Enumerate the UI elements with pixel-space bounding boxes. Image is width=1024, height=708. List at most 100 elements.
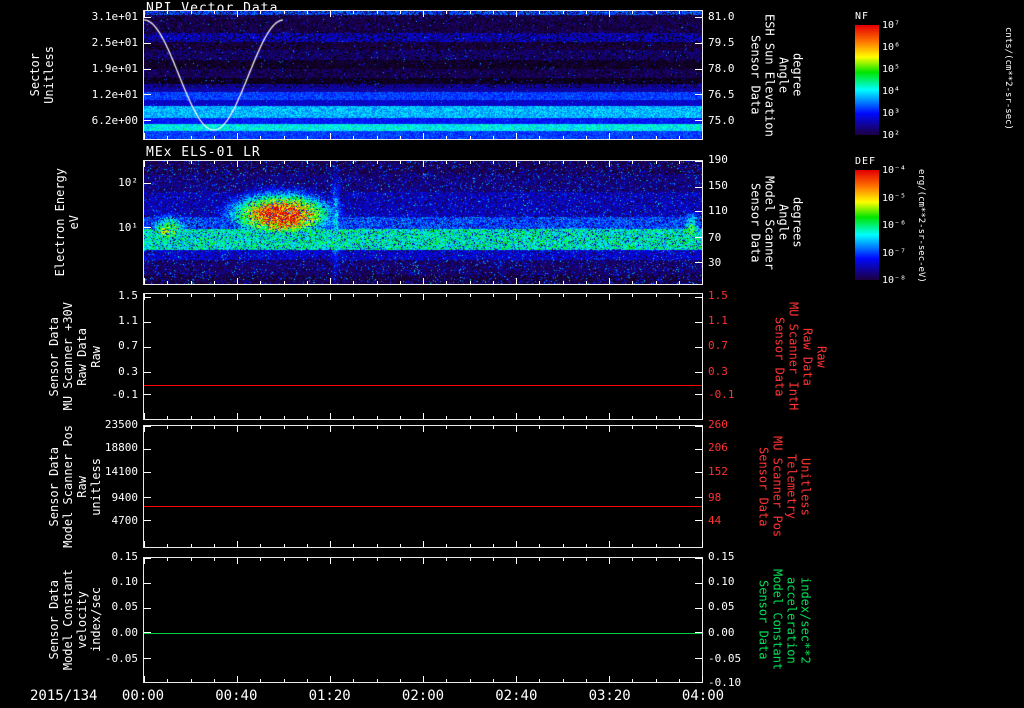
panel-title-els: MEx ELS-01 LR (146, 145, 261, 160)
right-axis-title-mu-scanner-inth: Sensor Data MU Scanner IntH Raw Data Raw (772, 293, 829, 420)
y-tick-mark (144, 296, 151, 298)
x-tick-mark (260, 281, 262, 284)
x-tick-mark (539, 281, 541, 284)
axis-title-line: Sensor Data (46, 446, 61, 527)
x-tick-mark (167, 161, 169, 164)
x-tick-mark (423, 541, 424, 547)
x-tick-mark (562, 416, 564, 419)
y-tick-label-left: -0.05 (104, 652, 138, 666)
nf-colorbar (855, 25, 879, 135)
y-tick-mark (144, 321, 151, 323)
x-tick-mark (632, 558, 634, 561)
colorbar-tick-label: 10⁻⁶ (882, 220, 907, 231)
x-tick-mark (516, 278, 517, 284)
y-tick-label-left: 1.9e+01 (91, 61, 138, 75)
x-tick-mark (353, 426, 355, 429)
x-tick-mark (446, 281, 448, 284)
x-tick-mark (144, 676, 145, 682)
x-tick-mark (469, 544, 471, 547)
x-tick-mark (283, 281, 285, 284)
y-tick-mark (695, 520, 702, 522)
y-tick-label-right: 150 (708, 179, 728, 193)
x-tick-mark (167, 416, 169, 419)
colorbar-tick-label: 10⁻⁴ (882, 165, 907, 176)
y-tick-label-right: 0.10 (708, 575, 735, 589)
y-tick-label-right: -0.05 (708, 652, 742, 666)
colorbar-name-def: DEF (855, 156, 877, 167)
x-tick-mark (423, 294, 424, 300)
x-tick-mark (306, 11, 308, 14)
y-tick-mark (695, 261, 702, 263)
x-tick-mark (399, 544, 401, 547)
x-tick-mark (237, 541, 238, 547)
x-tick-mark (376, 544, 378, 547)
x-tick-mark (655, 294, 657, 297)
x-tick-mark (539, 416, 541, 419)
axis-title-line: Sensor Data (772, 316, 787, 397)
axis-title-line: index/sec (88, 587, 103, 653)
x-tick-mark (492, 544, 494, 547)
els-spectrogram-panel (143, 160, 703, 285)
x-tick-mark (423, 133, 424, 139)
y-tick-mark (695, 346, 702, 348)
x-tick-mark (213, 426, 215, 429)
x-tick-mark (516, 133, 517, 139)
x-tick-mark (702, 278, 703, 284)
x-tick-mark (585, 11, 587, 14)
x-tick-mark (213, 161, 215, 164)
axis-title-line: Sector (27, 53, 42, 97)
axis-title-line: acceleration (784, 576, 799, 664)
x-tick-mark (144, 133, 145, 139)
x-tick-mark (330, 278, 331, 284)
x-tick-mark (609, 278, 610, 284)
colorbar-tick-label: 10⁷ (882, 20, 901, 31)
x-tick-mark (678, 416, 680, 419)
y-tick-label-left: 0.3 (118, 364, 138, 378)
x-tick-mark (399, 426, 401, 429)
y-tick-label-right: 0.05 (708, 600, 735, 614)
x-tick-mark (144, 558, 145, 564)
x-tick-mark (376, 294, 378, 297)
x-tick-mark (702, 11, 703, 17)
y-tick-mark (144, 520, 151, 522)
x-tick-mark (516, 413, 517, 419)
y-tick-mark (144, 394, 151, 395)
axis-title-line: ESH Sun Elevation (762, 13, 777, 137)
x-tick-mark (632, 11, 634, 14)
y-tick-mark (695, 321, 702, 323)
x-tick-label: 00:40 (215, 688, 258, 704)
x-tick-mark (469, 294, 471, 297)
x-tick-mark (609, 676, 610, 682)
axis-title-line: Angle (776, 204, 791, 241)
y-tick-label-right: 30 (708, 255, 722, 269)
x-tick-mark (469, 426, 471, 429)
x-tick-mark (260, 161, 262, 164)
x-tick-mark (283, 426, 285, 429)
y-tick-mark (144, 658, 151, 660)
y-tick-label-left: 0.05 (111, 600, 139, 614)
colorbar-tick-label: 10⁻⁵ (882, 192, 907, 204)
x-tick-mark (213, 136, 215, 139)
x-tick-mark (190, 11, 192, 14)
x-tick-mark (190, 161, 192, 164)
axis-title-line: Unitless (798, 457, 813, 516)
x-tick-mark (353, 544, 355, 547)
x-tick-mark (237, 426, 238, 432)
x-tick-mark (492, 294, 494, 297)
x-tick-mark (190, 558, 192, 561)
y-tick-mark (144, 68, 151, 70)
x-tick-mark (306, 161, 308, 164)
x-tick-mark (330, 676, 331, 682)
x-tick-mark (678, 281, 680, 284)
x-tick-mark (376, 426, 378, 429)
x-tick-mark (306, 426, 308, 429)
x-tick-mark (283, 544, 285, 547)
y-axis-title-mu-scanner-30v: Sensor Data MU Scanner +30V Raw Data Raw (46, 293, 104, 420)
x-tick-mark (353, 558, 355, 561)
x-tick-mark (237, 278, 238, 284)
x-tick-mark (423, 278, 424, 284)
axis-title-line: Model Constant (770, 569, 785, 671)
x-tick-mark (167, 11, 169, 14)
colorbar-name-nf: NF (855, 11, 870, 22)
y-tick-mark (144, 183, 151, 185)
